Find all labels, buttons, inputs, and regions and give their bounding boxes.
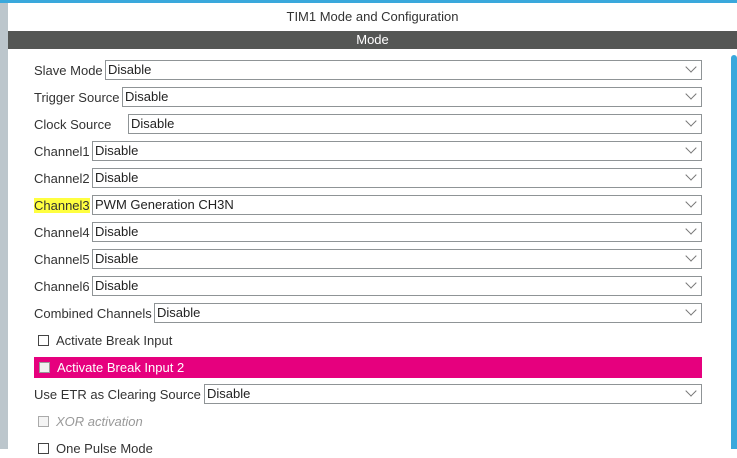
select-value: Disable (95, 251, 139, 266)
chevron-down-icon (685, 115, 697, 127)
chevron-down-icon (685, 223, 697, 235)
select-value: Disable (95, 224, 139, 239)
etr-label: Use ETR as Clearing Source (34, 386, 201, 402)
chevron-down-icon (685, 61, 697, 73)
select-value: Disable (95, 170, 139, 185)
checkbox-label: Activate Break Input (56, 332, 173, 348)
field-select[interactable]: PWM Generation CH3N (92, 195, 702, 215)
field-select[interactable]: Disable (92, 222, 702, 242)
field-select[interactable]: Disable (92, 168, 702, 188)
field-label: Channel2 (34, 170, 90, 186)
field-select[interactable]: Disable (92, 141, 702, 161)
field-label: Channel6 (34, 278, 90, 294)
checkbox-icon[interactable] (38, 442, 49, 454)
select-value: Disable (95, 278, 139, 293)
panel-title: TIM1 Mode and Configuration (286, 9, 459, 24)
field-row-combined-channels: Combined Channels Disable (34, 303, 702, 323)
field-row-channel5: Channel5 Disable (34, 249, 702, 269)
select-value: Disable (95, 143, 139, 158)
activate-break-input-2-checkbox[interactable]: Activate Break Input 2 (34, 357, 702, 378)
checkbox-icon[interactable] (39, 362, 50, 373)
activate-break-input-checkbox[interactable]: Activate Break Input (38, 330, 172, 350)
chevron-down-icon (685, 277, 697, 289)
field-select[interactable]: Disable (122, 87, 702, 107)
field-row-slave-mode: Slave Mode Disable (34, 60, 702, 80)
select-value: PWM Generation CH3N (95, 197, 234, 212)
select-value: Disable (207, 386, 251, 401)
one-pulse-mode-checkbox[interactable]: One Pulse Mode (38, 438, 153, 458)
field-row-channel1: Channel1 Disable (34, 141, 702, 161)
left-sidebar-edge (0, 3, 8, 449)
vertical-scrollbar[interactable] (731, 55, 737, 449)
select-value: Disable (125, 89, 169, 104)
field-label: Trigger Source (34, 89, 120, 105)
mode-section-header[interactable]: Mode (8, 31, 737, 49)
field-label: Clock Source (34, 116, 112, 132)
field-select[interactable]: Disable (92, 276, 702, 296)
checkbox-icon[interactable] (38, 334, 49, 346)
chevron-down-icon (685, 169, 697, 181)
checkbox-label: One Pulse Mode (56, 440, 153, 456)
field-label: Channel5 (34, 251, 90, 267)
select-value: Disable (131, 116, 175, 131)
field-label: Slave Mode (34, 62, 103, 78)
etr-select[interactable]: Disable (204, 384, 702, 404)
etr-row: Use ETR as Clearing Source Disable (34, 384, 702, 404)
field-label: Channel3 (34, 197, 90, 213)
field-row-channel2: Channel2 Disable (34, 168, 702, 188)
checkbox-icon (38, 415, 49, 427)
chevron-down-icon (685, 196, 697, 208)
field-row-trigger-source: Trigger Source Disable (34, 87, 702, 107)
field-label: Combined Channels (34, 305, 152, 321)
field-select[interactable]: Disable (128, 114, 702, 134)
field-row-channel4: Channel4 Disable (34, 222, 702, 242)
field-label: Channel1 (34, 143, 90, 159)
field-select[interactable]: Disable (154, 303, 702, 323)
field-row-channel3: Channel3 PWM Generation CH3N (34, 195, 702, 215)
chevron-down-icon (685, 88, 697, 100)
select-value: Disable (108, 62, 152, 77)
chevron-down-icon (685, 250, 697, 262)
field-select[interactable]: Disable (105, 60, 702, 80)
checkbox-label: Activate Break Input 2 (57, 360, 185, 375)
chevron-down-icon (685, 304, 697, 316)
field-row-channel6: Channel6 Disable (34, 276, 702, 296)
chevron-down-icon (685, 385, 697, 397)
xor-activation-checkbox: XOR activation (38, 411, 143, 431)
field-label: Channel4 (34, 224, 90, 240)
field-row-clock-source: Clock Source Disable (34, 114, 702, 134)
checkbox-label: XOR activation (56, 413, 143, 429)
select-value: Disable (157, 305, 201, 320)
chevron-down-icon (685, 142, 697, 154)
field-select[interactable]: Disable (92, 249, 702, 269)
